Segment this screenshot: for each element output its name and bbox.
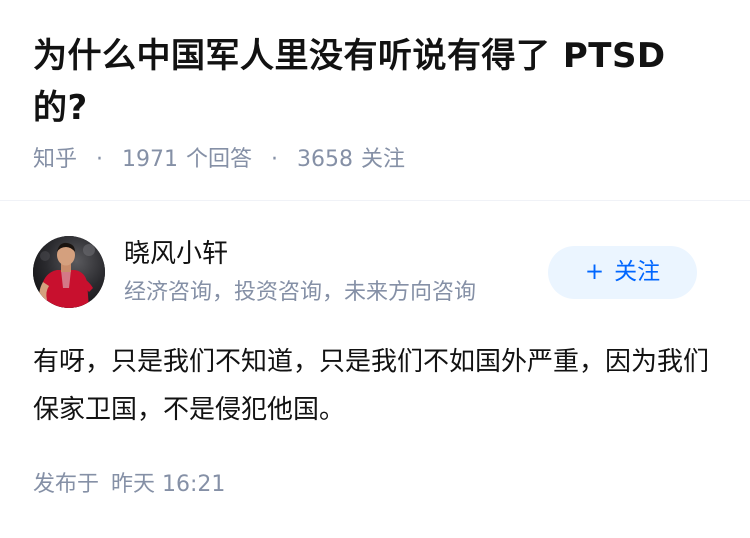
follow-button[interactable]: + 关注 bbox=[548, 246, 697, 299]
source-label[interactable]: 知乎 bbox=[33, 147, 77, 172]
separator-dot: · bbox=[271, 147, 279, 172]
author-name[interactable]: 晓风小轩 bbox=[124, 237, 228, 271]
question-title[interactable]: 为什么中国军人里没有听说有得了 PTSD 的? bbox=[33, 30, 723, 134]
question-header: 为什么中国军人里没有听说有得了 PTSD 的? bbox=[33, 30, 723, 134]
question-meta: 知乎 · 1971 个回答 · 3658 关注 bbox=[33, 145, 405, 175]
answer-count: 1971 bbox=[122, 147, 179, 172]
follow-count-label[interactable]: 关注 bbox=[361, 147, 405, 172]
answer-content[interactable]: 有呀，只是我们不知道，只是我们不如国外严重，因为我们保家卫国，不是侵犯他国。 bbox=[33, 338, 723, 434]
published-time: 昨天 16:21 bbox=[111, 472, 226, 497]
author-avatar[interactable] bbox=[33, 236, 105, 308]
section-divider bbox=[0, 200, 750, 201]
author-bio: 经济咨询，投资咨询，未来方向咨询 bbox=[124, 280, 477, 305]
plus-icon: + bbox=[584, 259, 605, 285]
follow-count: 3658 bbox=[297, 147, 354, 172]
answer-count-label[interactable]: 个回答 bbox=[186, 147, 252, 172]
avatar-image bbox=[33, 236, 105, 308]
answer-page: 为什么中国军人里没有听说有得了 PTSD 的? 知乎 · 1971 个回答 · 3… bbox=[0, 0, 750, 538]
separator-dot: · bbox=[96, 147, 104, 172]
follow-button-label: 关注 bbox=[614, 259, 661, 285]
publish-info: 发布于 昨天 16:21 bbox=[33, 470, 225, 500]
published-label: 发布于 bbox=[33, 472, 100, 497]
